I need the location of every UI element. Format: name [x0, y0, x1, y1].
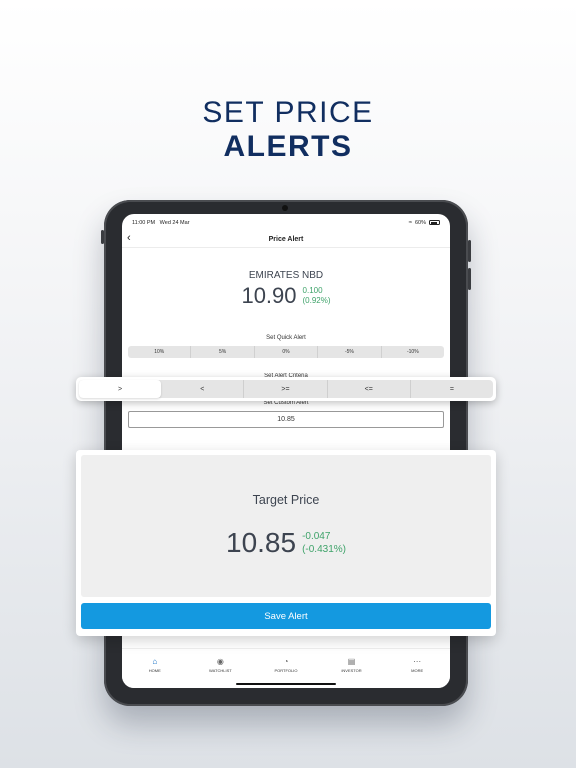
tab-label: WATCHLIST [209, 668, 232, 673]
tab-label: MORE [411, 668, 424, 673]
more-icon: ⋯ [413, 657, 422, 666]
status-bar: 11:00 PM Wed 24 Mar ≈ 60% [122, 214, 450, 231]
battery-percent: 60% [414, 219, 426, 226]
headline-line1: SET PRICE [202, 96, 374, 129]
custom-alert-input[interactable]: 10.85 [128, 411, 444, 428]
quick-alert-option[interactable]: -10% [382, 346, 444, 358]
stock-change-percent: (0.92%) [302, 296, 331, 305]
eye-icon: ◉ [216, 657, 224, 666]
volume-up-button [468, 240, 471, 262]
tab-home[interactable]: ⌂ HOME [122, 649, 188, 688]
quick-alert-option[interactable]: 10% [128, 346, 192, 358]
tab-more[interactable]: ⋯ MORE [384, 649, 450, 688]
stock-change: 0.100 (0.92%) [303, 286, 331, 306]
target-change-percent: (-0.431%) [302, 544, 346, 555]
save-alert-button[interactable]: Save Alert [81, 603, 491, 629]
quick-alert-segments: 10% 5% 0% -5% -10% [128, 346, 444, 358]
headline-line2: ALERTS [223, 130, 353, 163]
alert-criteria-selector: > < >= <= = [76, 377, 496, 401]
target-price-row: 10.85 -0.047 (-0.431%) [81, 527, 491, 559]
target-price-change: -0.047 (-0.431%) [302, 530, 346, 556]
stock-change-value: 0.100 [302, 286, 323, 295]
stock-price-row: 10.90 0.100 (0.92%) [122, 283, 450, 309]
chevron-left-icon[interactable]: ‹ [127, 232, 131, 244]
quick-alert-label: Set Quick Alert [266, 335, 306, 341]
quick-alert-option[interactable]: 5% [191, 346, 255, 358]
page-title: Price Alert [268, 235, 304, 243]
criteria-option[interactable]: < [161, 380, 245, 398]
target-price-title: Target Price [252, 493, 320, 507]
volume-down-button [468, 268, 471, 290]
tab-label: PORTFOLIO [274, 668, 298, 673]
criteria-option[interactable]: = [411, 380, 493, 398]
status-time: 11:00 PM [132, 219, 156, 226]
tab-label: HOME [148, 668, 161, 673]
status-date: Wed 24 Mar [159, 219, 190, 226]
target-price-card: Target Price 10.85 -0.047 (-0.431%) Save… [76, 450, 496, 636]
tab-label: iNVESTOR [341, 668, 362, 673]
target-price-panel: Target Price 10.85 -0.047 (-0.431%) [81, 455, 491, 597]
headline: SET PRICE ALERTS [0, 96, 576, 164]
wifi-icon: ≈ [408, 219, 412, 226]
home-indicator [236, 682, 336, 685]
stock-price: 10.90 [241, 283, 297, 308]
stock-name: EMIRATES NBD [248, 270, 324, 281]
criteria-option-selected[interactable]: > [79, 380, 162, 398]
criteria-option[interactable]: >= [244, 380, 328, 398]
card-icon: ▤ [347, 657, 356, 666]
quick-alert-option[interactable]: 0% [255, 346, 319, 358]
nav-bar: ‹ Price Alert [122, 231, 450, 248]
criteria-option[interactable]: <= [328, 380, 411, 398]
target-change-value: -0.047 [302, 531, 331, 542]
power-button [101, 230, 104, 244]
home-icon: ⌂ [152, 657, 158, 666]
quick-alert-option[interactable]: -5% [318, 346, 382, 358]
criteria-segments: > < >= <= = [79, 380, 493, 398]
camera-icon [282, 205, 288, 211]
target-price-value: 10.85 [226, 527, 297, 558]
pie-chart-icon: ◔ [283, 657, 289, 666]
battery-icon [429, 220, 440, 225]
